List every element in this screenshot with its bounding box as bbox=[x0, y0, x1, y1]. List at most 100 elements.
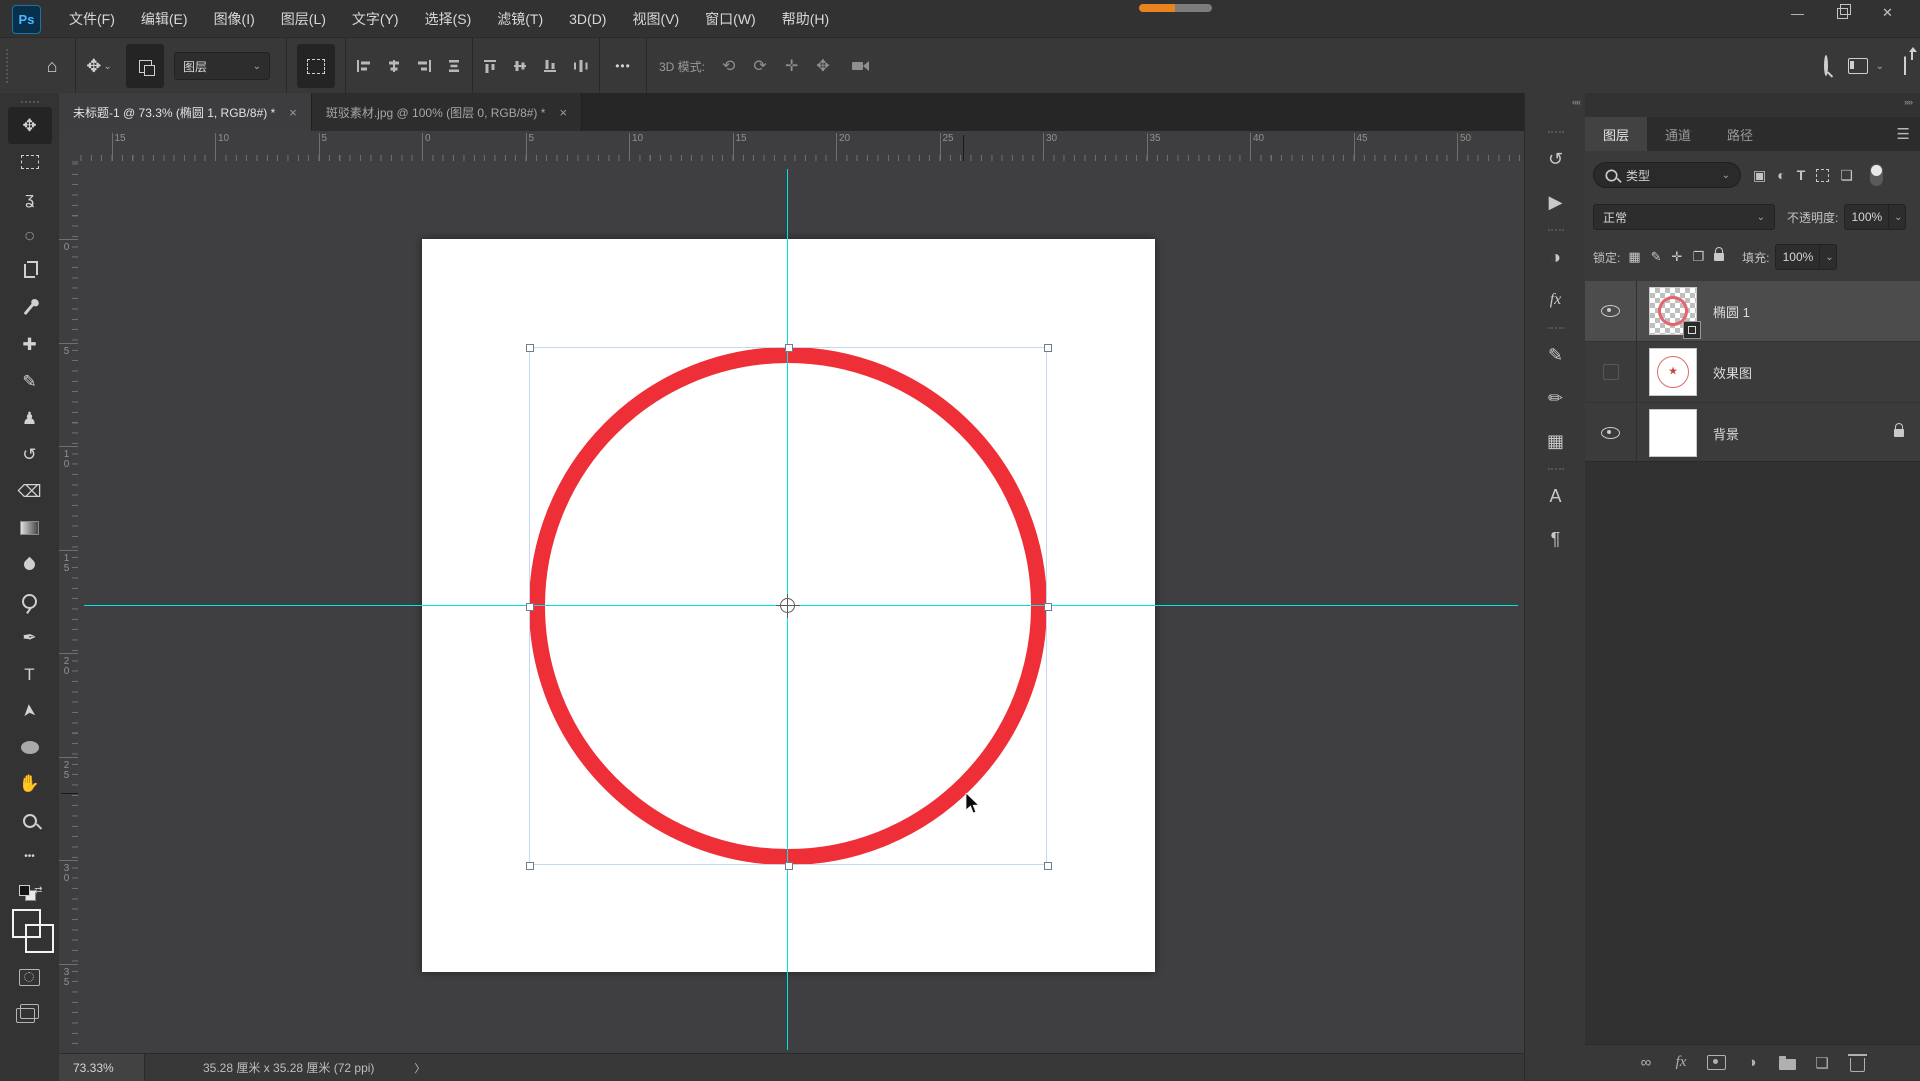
tab-close-icon[interactable]: × bbox=[289, 105, 297, 120]
transform-handle[interactable] bbox=[526, 603, 534, 611]
clone-stamp-tool[interactable]: ♟ bbox=[8, 400, 52, 437]
share-button[interactable] bbox=[1904, 57, 1906, 75]
menu-item-file[interactable]: 文件(F) bbox=[56, 0, 128, 37]
auto-select-toggle[interactable] bbox=[126, 44, 164, 88]
link-layers-icon[interactable]: ∞ bbox=[1637, 1054, 1655, 1071]
search-button[interactable] bbox=[1824, 57, 1828, 75]
blur-tool[interactable] bbox=[8, 546, 52, 583]
more-tools[interactable]: ••• bbox=[8, 839, 52, 876]
layer-thumbnail[interactable] bbox=[1649, 409, 1697, 457]
transform-reference-point[interactable] bbox=[780, 598, 795, 613]
filter-pixel-layers-icon[interactable]: ▣ bbox=[1753, 167, 1766, 184]
menu-item-image[interactable]: 图像(I) bbox=[201, 0, 268, 37]
layer-visibility-toggle[interactable] bbox=[1585, 403, 1637, 463]
new-layer-icon[interactable]: ❏ bbox=[1813, 1054, 1831, 1072]
type-tool[interactable]: T bbox=[8, 656, 52, 693]
menu-item-filter[interactable]: 滤镜(T) bbox=[484, 0, 556, 37]
layer-group-icon[interactable] bbox=[1778, 1056, 1796, 1070]
default-colors-control[interactable]: ⇄ bbox=[17, 885, 43, 901]
adjustment-layer-icon[interactable]: ◑ bbox=[1743, 1054, 1761, 1071]
auto-select-target-dropdown[interactable]: 图层 ⌄ bbox=[174, 52, 270, 80]
brush-settings-icon[interactable]: ✎ bbox=[1536, 335, 1576, 375]
lock-position-icon[interactable]: ✛ bbox=[1672, 249, 1683, 265]
hand-tool[interactable]: ✋ bbox=[8, 766, 52, 803]
lock-transparent-pixels-icon[interactable]: ▦ bbox=[1628, 249, 1640, 265]
collapse-panels-icon[interactable]: »» bbox=[1904, 97, 1912, 107]
ellipse-tool[interactable] bbox=[8, 729, 52, 766]
filter-type-layers-icon[interactable]: T bbox=[1797, 167, 1806, 183]
distribute-vertical-icon[interactable] bbox=[446, 59, 462, 73]
zoom-tool[interactable] bbox=[8, 802, 52, 839]
brush-tool[interactable]: ✎ bbox=[8, 363, 52, 400]
history-brush-tool[interactable]: ↺ bbox=[8, 436, 52, 473]
panel-tab-paths[interactable]: 路径 bbox=[1709, 117, 1771, 151]
history-icon[interactable]: ↺ bbox=[1536, 139, 1576, 179]
collapse-strip-icon[interactable]: «« bbox=[1572, 97, 1580, 107]
tab-close-icon[interactable]: × bbox=[559, 105, 567, 120]
screen-mode-button[interactable] bbox=[20, 1004, 39, 1019]
align-middle-icon[interactable] bbox=[513, 59, 529, 73]
menu-item-window[interactable]: 窗口(W) bbox=[692, 0, 769, 37]
close-button[interactable]: ✕ bbox=[1865, 0, 1910, 26]
panel-menu-icon[interactable]: ☰ bbox=[1897, 125, 1910, 143]
move-tool[interactable]: ✥ bbox=[8, 107, 52, 144]
filter-smart-objects-icon[interactable]: ❏ bbox=[1840, 167, 1853, 184]
filter-shape-layers-icon[interactable] bbox=[1816, 169, 1829, 182]
restore-button[interactable] bbox=[1820, 0, 1865, 26]
layer-row-ellipse[interactable]: 椭圆 1 bbox=[1585, 281, 1920, 342]
foreground-color-swatch[interactable] bbox=[12, 909, 41, 938]
layer-effects-icon[interactable]: fx bbox=[1672, 1054, 1690, 1071]
layer-row-effect[interactable]: ★效果图 bbox=[1585, 342, 1920, 403]
status-options-chevron[interactable]: 〉 bbox=[414, 1060, 425, 1076]
align-center-horizontal-icon[interactable] bbox=[386, 59, 402, 73]
layer-visibility-toggle[interactable] bbox=[1585, 342, 1637, 402]
layer-filter-type-dropdown[interactable]: 类型 ⌄ bbox=[1593, 162, 1741, 188]
path-selection-tool[interactable]: ➤ bbox=[8, 693, 52, 730]
layer-visibility-toggle[interactable] bbox=[1585, 281, 1637, 341]
transform-handle[interactable] bbox=[785, 344, 793, 352]
show-transform-controls-toggle[interactable] bbox=[297, 44, 335, 88]
transform-handle[interactable] bbox=[526, 862, 534, 870]
canvas-viewport[interactable] bbox=[78, 161, 1524, 1053]
filter-adjustment-layers-icon[interactable]: ◐ bbox=[1777, 167, 1785, 183]
vertical-ruler[interactable]: 05101520253035 bbox=[59, 161, 79, 1053]
layer-row-background[interactable]: 背景 bbox=[1585, 403, 1920, 464]
menu-item-layer[interactable]: 图层(L) bbox=[268, 0, 339, 37]
menu-item-3d[interactable]: 3D(D) bbox=[556, 0, 619, 37]
menu-item-help[interactable]: 帮助(H) bbox=[769, 0, 842, 37]
blend-mode-dropdown[interactable]: 正常 ⌄ bbox=[1593, 204, 1775, 230]
workspace-switcher[interactable]: ⌄ bbox=[1848, 58, 1884, 74]
lock-artboard-icon[interactable]: ❐ bbox=[1692, 249, 1704, 265]
gradient-tool[interactable] bbox=[8, 510, 52, 547]
move-tool-preset[interactable]: ✥⌄ bbox=[86, 46, 112, 86]
toolbar-grip[interactable] bbox=[21, 101, 39, 103]
character-icon[interactable]: A bbox=[1536, 476, 1576, 516]
spot-healing-tool[interactable]: ✚ bbox=[8, 327, 52, 364]
more-options-button[interactable]: ••• bbox=[610, 46, 636, 86]
3d-roll-button[interactable]: ⟳ bbox=[753, 56, 766, 76]
styles-icon[interactable]: fx bbox=[1536, 280, 1576, 320]
filtering-toggle[interactable] bbox=[1870, 164, 1883, 186]
options-bar-grip[interactable] bbox=[6, 49, 11, 83]
menu-item-edit[interactable]: 编辑(E) bbox=[128, 0, 201, 37]
quick-mask-button[interactable] bbox=[19, 969, 40, 986]
opacity-dropdown[interactable]: 100% ⌄ bbox=[1844, 204, 1906, 230]
brushes-icon[interactable]: ✏ bbox=[1536, 378, 1576, 418]
layer-thumbnail[interactable] bbox=[1649, 287, 1697, 335]
minimize-button[interactable]: — bbox=[1775, 0, 1820, 26]
pen-tool[interactable]: ✒ bbox=[8, 619, 52, 656]
swap-colors-icon[interactable]: ⇄ bbox=[34, 885, 42, 896]
3d-rotate-button[interactable]: ⟲ bbox=[722, 56, 735, 76]
3d-camera-button[interactable] bbox=[848, 62, 863, 70]
adjustments-icon[interactable]: ◑ bbox=[1536, 237, 1576, 277]
eraser-tool[interactable]: ⌫ bbox=[8, 473, 52, 510]
rect-marquee-tool[interactable] bbox=[8, 144, 52, 181]
photoshop-logo-icon[interactable]: Ps bbox=[12, 5, 41, 34]
lock-all-icon[interactable] bbox=[1714, 253, 1724, 261]
document-tab-1[interactable]: 未标题-1 @ 73.3% (椭圆 1, RGB/8#) *× bbox=[59, 93, 312, 131]
transform-handle[interactable] bbox=[1044, 603, 1052, 611]
dodge-tool[interactable] bbox=[8, 583, 52, 620]
menu-item-select[interactable]: 选择(S) bbox=[412, 0, 485, 37]
align-bottom-icon[interactable] bbox=[543, 59, 559, 73]
paragraph-icon[interactable]: ¶ bbox=[1536, 519, 1576, 559]
